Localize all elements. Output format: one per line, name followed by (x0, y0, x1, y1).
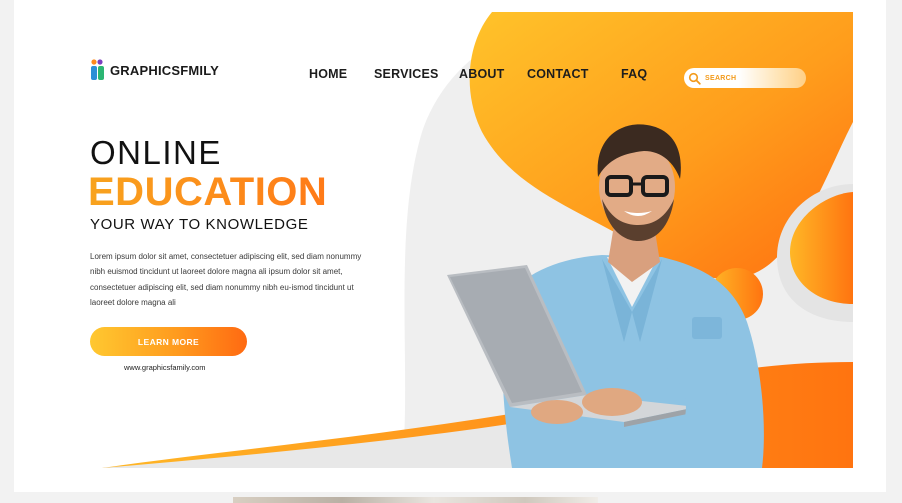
logo-mark-icon (91, 59, 104, 80)
search-icon (688, 72, 701, 85)
bottom-image-strip (233, 497, 598, 503)
search-input[interactable] (705, 74, 800, 82)
search-box[interactable] (684, 68, 806, 88)
nav-services[interactable]: SERVICES (374, 67, 439, 81)
nav-contact[interactable]: CONTACT (527, 67, 589, 81)
hero-title-line1: ONLINE (90, 134, 222, 171)
nav-about[interactable]: ABOUT (459, 67, 504, 81)
brand-logo[interactable]: GRAPHICSFMILY (90, 58, 219, 82)
hero-body-text: Lorem ipsum dolor sit amet, consectetuer… (90, 252, 362, 307)
hero-banner: GRAPHICSFMILY HOME SERVICES ABOUT CONTAC… (72, 12, 853, 468)
nav-home[interactable]: HOME (309, 67, 347, 81)
hero-title-line2: EDUCATION (88, 170, 328, 214)
hero-tagline: YOUR WAY TO KNOWLEDGE (90, 216, 309, 233)
nav-faq[interactable]: FAQ (621, 67, 647, 81)
learn-more-button[interactable]: LEARN MORE (90, 327, 247, 356)
brand-name: GRAPHICSFMILY (110, 62, 220, 78)
student-with-laptop-image (447, 124, 764, 468)
site-url: www.graphicsfamily.com (124, 363, 206, 372)
